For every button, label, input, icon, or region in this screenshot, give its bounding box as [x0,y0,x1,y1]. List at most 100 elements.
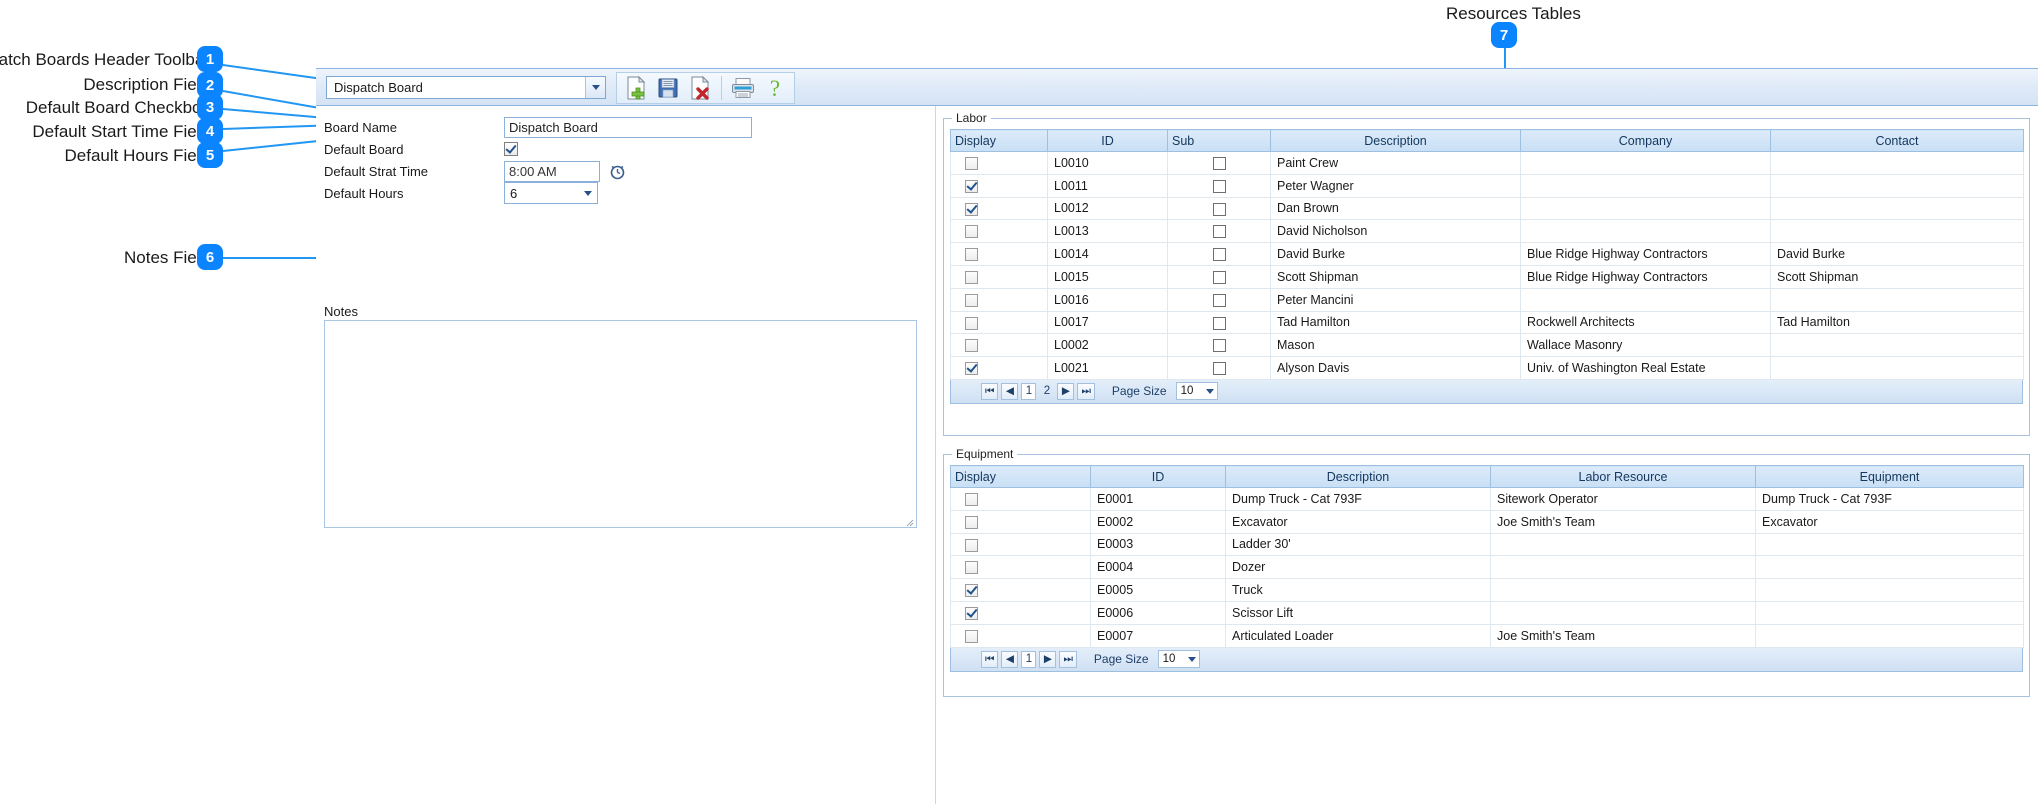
display-checkbox[interactable] [965,270,978,284]
default-start-time-input[interactable] [504,160,600,182]
equipment-display-cell[interactable] [950,578,1091,602]
labor-sub-cell[interactable] [1167,288,1271,312]
labor-col-description[interactable]: Description [1270,129,1521,152]
equipment-display-cell[interactable] [950,533,1091,557]
sub-checkbox[interactable] [1212,270,1226,284]
table-row[interactable]: L0010 Paint Crew [950,151,2024,175]
display-checkbox[interactable] [965,606,978,620]
labor-first-page-button[interactable]: ⏮ [981,382,999,400]
labor-col-display[interactable]: Display [950,129,1048,152]
table-row[interactable]: E0004 Dozer [950,555,2024,580]
labor-display-cell[interactable] [950,311,1048,335]
table-row[interactable]: L0014 David Burke Blue Ridge Highway Contr… [950,242,2024,266]
equipment-display-cell[interactable] [950,601,1091,625]
default-hours-combo[interactable]: 6 [504,182,598,204]
notes-input[interactable] [324,320,917,528]
sub-checkbox[interactable] [1212,293,1226,307]
labor-display-cell[interactable] [950,219,1048,244]
default-board-checkbox[interactable] [504,142,518,156]
display-checkbox[interactable] [965,248,978,262]
labor-col-contact[interactable]: Contact [1770,129,2024,152]
display-checkbox[interactable] [965,293,978,307]
table-row[interactable]: E0005 Truck [950,578,2024,602]
sub-checkbox[interactable] [1212,179,1226,193]
labor-page-1[interactable]: 1 [1021,382,1037,400]
labor-display-cell[interactable] [950,197,1048,221]
labor-sub-cell[interactable] [1167,197,1271,221]
labor-sub-cell[interactable] [1167,333,1271,358]
display-checkbox[interactable] [965,493,978,506]
table-row[interactable]: L0002 Mason Wallace Masonry [950,333,2024,358]
sub-checkbox[interactable] [1212,225,1226,239]
equipment-display-cell[interactable] [950,555,1091,580]
equipment-next-page-button[interactable]: ▶ [1039,650,1057,668]
display-checkbox[interactable] [965,515,978,529]
equipment-page-size-combo[interactable]: 10 [1157,650,1200,669]
equipment-col-labor-resource[interactable]: Labor Resource [1490,465,1756,488]
table-row[interactable]: L0021 Alyson Davis Univ. of Washington Rea… [950,356,2024,380]
labor-sub-cell[interactable] [1167,151,1271,175]
help-button[interactable]: ? [760,74,790,102]
labor-sub-cell[interactable] [1167,265,1271,289]
sub-checkbox[interactable] [1212,157,1226,170]
table-row[interactable]: E0006 Scissor Lift [950,601,2024,625]
equipment-col-display[interactable]: Display [950,465,1091,488]
delete-board-button[interactable] [685,74,715,102]
equipment-page-1[interactable]: 1 [1021,650,1037,668]
chevron-down-icon[interactable] [1203,388,1217,394]
display-checkbox[interactable] [965,584,978,598]
equipment-col-equipment[interactable]: Equipment [1755,465,2024,488]
labor-col-id[interactable]: ID [1047,129,1168,152]
table-row[interactable]: L0017 Tad Hamilton Rockwell Architects Tad … [950,311,2024,335]
labor-col-company[interactable]: Company [1520,129,1771,152]
table-row[interactable]: L0016 Peter Mancini [950,288,2024,312]
equipment-last-page-button[interactable]: ⏭ [1059,650,1077,668]
display-checkbox[interactable] [965,202,978,216]
equipment-display-cell[interactable] [950,510,1091,534]
chevron-down-icon[interactable] [579,190,597,196]
board-name-input[interactable] [504,116,752,138]
equipment-first-page-button[interactable]: ⏮ [981,650,999,668]
display-checkbox[interactable] [965,538,978,552]
labor-col-sub[interactable]: Sub [1167,129,1271,152]
table-row[interactable]: E0007 Articulated Loader Joe Smith's Team [950,624,2024,648]
new-board-button[interactable] [621,74,651,102]
labor-display-cell[interactable] [950,242,1048,266]
display-checkbox[interactable] [965,179,978,193]
labor-display-cell[interactable] [950,151,1048,175]
labor-page-size-combo[interactable]: 10 [1175,382,1218,401]
chevron-down-icon[interactable] [585,77,605,98]
print-button[interactable] [728,74,758,102]
display-checkbox[interactable] [965,225,978,239]
chevron-down-icon[interactable] [1185,656,1199,662]
table-row[interactable]: L0011 Peter Wagner [950,174,2024,198]
table-row[interactable]: E0003 Ladder 30' [950,533,2024,557]
table-row[interactable]: L0012 Dan Brown [950,197,2024,221]
alarm-clock-icon[interactable] [609,163,626,180]
labor-display-cell[interactable] [950,356,1048,380]
display-checkbox[interactable] [965,629,978,643]
display-checkbox[interactable] [965,316,978,330]
labor-display-cell[interactable] [950,174,1048,198]
display-checkbox[interactable] [965,362,978,376]
labor-page-2[interactable]: 2 [1039,383,1054,400]
save-board-button[interactable] [653,74,683,102]
labor-last-page-button[interactable]: ⏭ [1077,382,1095,400]
table-row[interactable]: L0013 David Nicholson [950,219,2024,244]
labor-next-page-button[interactable]: ▶ [1057,382,1075,400]
table-row[interactable]: L0015 Scott Shipman Blue Ridge Highway Con… [950,265,2024,289]
labor-sub-cell[interactable] [1167,311,1271,335]
sub-checkbox[interactable] [1212,202,1226,216]
sub-checkbox[interactable] [1212,316,1226,330]
sub-checkbox[interactable] [1212,248,1226,262]
table-row[interactable]: E0002 Excavator Joe Smith's Team Excavator [950,510,2024,534]
labor-sub-cell[interactable] [1167,356,1271,380]
display-checkbox[interactable] [965,561,978,575]
labor-prev-page-button[interactable]: ◀ [1001,382,1019,400]
equipment-col-description[interactable]: Description [1225,465,1491,488]
equipment-display-cell[interactable] [950,624,1091,648]
labor-display-cell[interactable] [950,333,1048,358]
board-select-combo[interactable]: Dispatch Board [326,76,606,99]
display-checkbox[interactable] [965,339,978,353]
labor-sub-cell[interactable] [1167,174,1271,198]
